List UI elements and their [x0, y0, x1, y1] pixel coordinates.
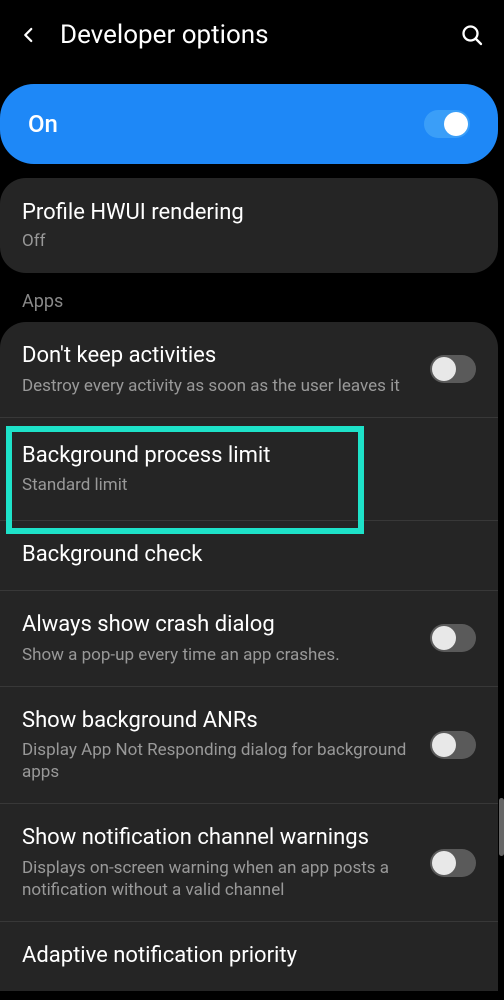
background-anrs-toggle[interactable]: [430, 731, 476, 759]
list-item-text: Show background ANRs Display App Not Res…: [22, 707, 414, 784]
toggle-knob: [432, 733, 456, 757]
adaptive-notification-priority-item[interactable]: Adaptive notification priority: [0, 922, 498, 991]
list-item-text: Always show crash dialog Show a pop-up e…: [22, 611, 414, 666]
list-item-title: Background process limit: [22, 442, 476, 471]
always-show-crash-dialog-item[interactable]: Always show crash dialog Show a pop-up e…: [0, 591, 498, 687]
list-item-sub: Displays on-screen warning when an app p…: [22, 857, 414, 901]
profile-hwui-sub: Off: [22, 231, 476, 251]
list-item-title: Don't keep activities: [22, 342, 414, 371]
list-item-title: Adaptive notification priority: [22, 942, 476, 971]
header-bar: Developer options: [0, 0, 504, 74]
list-item-sub: Show a pop-up every time an app crashes.: [22, 644, 414, 666]
background-process-limit-item[interactable]: Background process limit Standard limit: [0, 418, 498, 522]
list-item-title: Background check: [22, 541, 476, 570]
list-item-text: Background check: [22, 541, 476, 570]
list-item-text: Don't keep activities Destroy every acti…: [22, 342, 414, 397]
background-check-item[interactable]: Background check: [0, 521, 498, 591]
toggle-knob: [432, 357, 456, 381]
profile-hwui-title: Profile HWUI rendering: [22, 200, 476, 225]
toggle-knob: [444, 112, 468, 136]
dont-keep-activities-toggle[interactable]: [430, 355, 476, 383]
profile-hwui-item[interactable]: Profile HWUI rendering Off: [0, 180, 498, 271]
master-toggle-label: On: [28, 110, 58, 138]
list-item-sub: Destroy every activity as soon as the us…: [22, 375, 414, 397]
list-item-text: Adaptive notification priority: [22, 942, 476, 971]
list-item-title: Show notification channel warnings: [22, 824, 414, 853]
apps-section-header: Apps: [0, 273, 504, 322]
list-item-sub: Standard limit: [22, 474, 476, 496]
toggle-knob: [432, 851, 456, 875]
master-toggle-switch[interactable]: [424, 110, 470, 138]
back-icon[interactable]: [20, 26, 38, 44]
page-title: Developer options: [60, 20, 438, 50]
apps-list-card: Don't keep activities Destroy every acti…: [0, 322, 498, 991]
crash-dialog-toggle[interactable]: [430, 624, 476, 652]
profile-hwui-card: Profile HWUI rendering Off: [0, 178, 498, 273]
notification-channel-warnings-item[interactable]: Show notification channel warnings Displ…: [0, 804, 498, 922]
list-item-title: Show background ANRs: [22, 707, 414, 736]
notification-warnings-toggle[interactable]: [430, 849, 476, 877]
list-item-text: Background process limit Standard limit: [22, 442, 476, 497]
toggle-knob: [432, 626, 456, 650]
list-item-text: Show notification channel warnings Displ…: [22, 824, 414, 901]
dont-keep-activities-item[interactable]: Don't keep activities Destroy every acti…: [0, 322, 498, 418]
list-item-sub: Display App Not Responding dialog for ba…: [22, 739, 414, 783]
show-background-anrs-item[interactable]: Show background ANRs Display App Not Res…: [0, 687, 498, 805]
scrollbar[interactable]: [499, 798, 504, 856]
list-item-title: Always show crash dialog: [22, 611, 414, 640]
master-toggle-card[interactable]: On: [0, 84, 498, 164]
search-icon[interactable]: [460, 23, 484, 47]
